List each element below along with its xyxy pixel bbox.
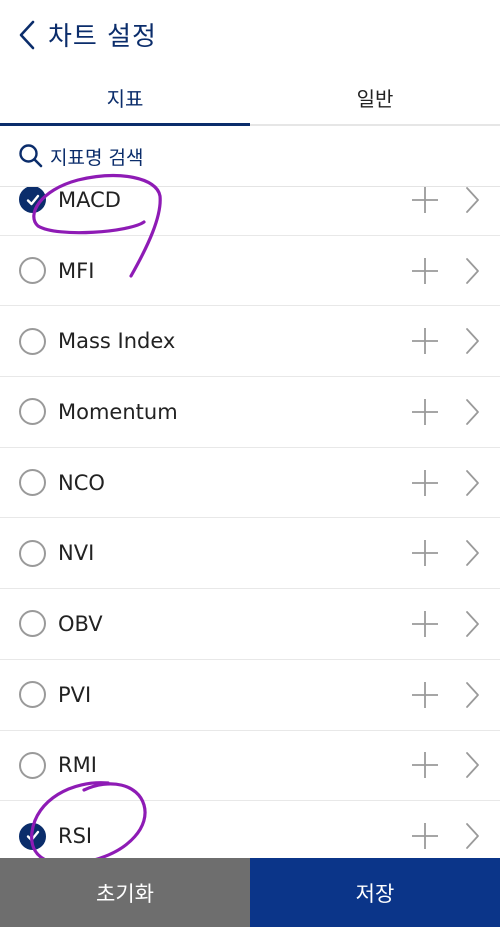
indicator-row[interactable]: MACD xyxy=(0,186,500,236)
plus-icon[interactable] xyxy=(410,468,440,498)
search-label: 지표명 검색 xyxy=(50,146,144,169)
indicator-checkbox[interactable] xyxy=(19,751,46,779)
indicator-row[interactable]: Momentum xyxy=(0,377,500,448)
chevron-right-icon[interactable] xyxy=(462,750,482,780)
indicator-row[interactable]: RMI xyxy=(0,731,500,802)
plus-icon[interactable] xyxy=(410,397,440,427)
plus-icon[interactable] xyxy=(410,750,440,780)
indicator-row[interactable]: OBV xyxy=(0,589,500,660)
indicator-label: OBV xyxy=(58,611,103,636)
indicator-row[interactable]: RSI xyxy=(0,801,500,858)
chevron-right-icon[interactable] xyxy=(462,186,482,215)
chevron-right-icon[interactable] xyxy=(462,538,482,568)
plus-icon[interactable] xyxy=(410,256,440,286)
indicator-checkbox[interactable] xyxy=(19,257,46,285)
indicator-label: RMI xyxy=(58,753,97,778)
indicator-row[interactable]: NCO xyxy=(0,448,500,519)
indicator-list[interactable]: MACD MFI Mass Index Momentum NCO NVI OBV PVI RMI… xyxy=(0,186,500,858)
indicator-label: MFI xyxy=(58,258,95,283)
indicator-label: NVI xyxy=(58,541,95,566)
tab-indicators[interactable]: 지표 xyxy=(0,70,250,126)
page-title: 차트 설정 xyxy=(48,22,157,52)
indicator-checkbox[interactable] xyxy=(19,822,46,850)
indicator-checkbox[interactable] xyxy=(19,398,46,426)
plus-icon[interactable] xyxy=(410,326,440,356)
header: 차트 설정 xyxy=(0,0,500,70)
chevron-right-icon[interactable] xyxy=(462,609,482,639)
indicator-row[interactable]: PVI xyxy=(0,660,500,731)
indicator-label: NCO xyxy=(58,470,105,495)
indicator-search[interactable]: 지표명 검색 xyxy=(0,126,500,186)
indicator-checkbox[interactable] xyxy=(19,469,46,497)
plus-icon[interactable] xyxy=(410,609,440,639)
indicator-row[interactable]: Mass Index xyxy=(0,306,500,378)
chevron-right-icon[interactable] xyxy=(462,680,482,710)
tab-bar: 지표 일반 xyxy=(0,70,500,126)
save-button[interactable]: 저장 xyxy=(250,858,500,927)
plus-icon[interactable] xyxy=(410,680,440,710)
search-icon xyxy=(19,144,43,168)
chevron-left-icon xyxy=(19,20,35,50)
plus-icon[interactable] xyxy=(410,538,440,568)
plus-icon[interactable] xyxy=(410,821,440,851)
indicator-checkbox[interactable] xyxy=(19,187,46,214)
plus-icon[interactable] xyxy=(410,186,440,215)
tab-general[interactable]: 일반 xyxy=(250,70,500,124)
indicator-row[interactable]: MFI xyxy=(0,236,500,307)
reset-button[interactable]: 초기화 xyxy=(0,858,250,927)
chevron-right-icon[interactable] xyxy=(462,256,482,286)
indicator-checkbox[interactable] xyxy=(19,327,46,355)
indicator-row[interactable]: NVI xyxy=(0,518,500,590)
chevron-right-icon[interactable] xyxy=(462,468,482,498)
chevron-right-icon[interactable] xyxy=(462,821,482,851)
indicator-checkbox[interactable] xyxy=(19,610,46,638)
footer: 초기화 저장 xyxy=(0,858,500,927)
chevron-right-icon[interactable] xyxy=(462,326,482,356)
indicator-label: Mass Index xyxy=(58,329,176,354)
indicator-checkbox[interactable] xyxy=(19,539,46,567)
chart-settings-screen: 차트 설정 지표 일반 지표명 검색 MACD MFI Mass Index Mome… xyxy=(0,0,500,927)
indicator-label: RSI xyxy=(58,824,93,849)
chevron-right-icon[interactable] xyxy=(462,397,482,427)
back-button[interactable] xyxy=(12,18,42,52)
checkmark-icon xyxy=(26,830,39,842)
indicator-label: PVI xyxy=(58,682,92,707)
indicator-label: MACD xyxy=(58,187,121,212)
indicator-label: Momentum xyxy=(58,399,178,424)
checkmark-icon xyxy=(26,194,39,206)
indicator-checkbox[interactable] xyxy=(19,681,46,709)
